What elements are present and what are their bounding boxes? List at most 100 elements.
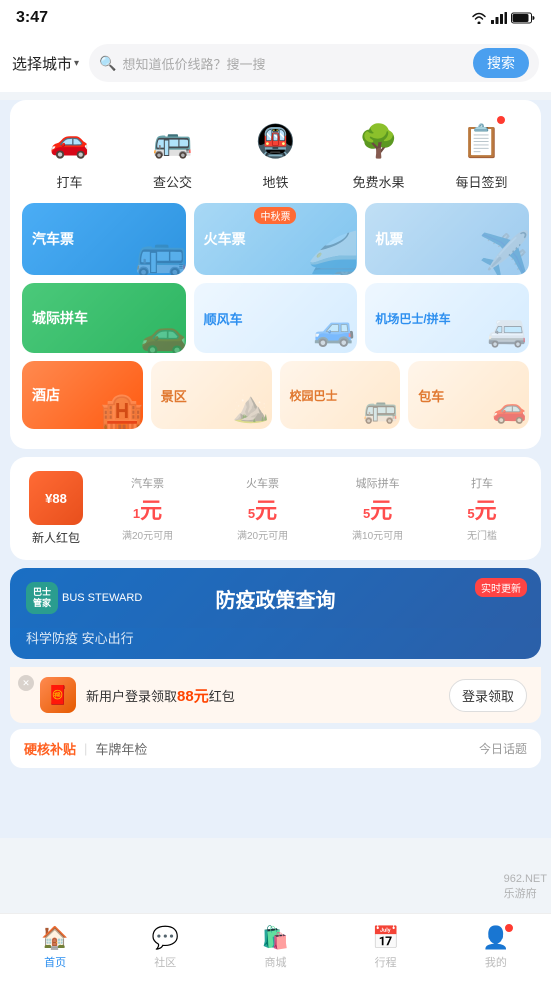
train-ticket-card[interactable]: 火车票 中秋票 🚄 [194, 203, 358, 275]
signal-icon [491, 12, 507, 24]
status-time: 3:47 [16, 9, 48, 27]
fruit-icon: 🌳 [354, 116, 404, 166]
coupon-left: ¥88 新人红包 [22, 471, 90, 546]
topics-bar: 硬核补贴 | 车牌年检 今日话题 [10, 729, 541, 768]
service-item-fruit[interactable]: 🌳 免费水果 [334, 116, 424, 191]
coupon-type-bus: 汽车票 [131, 475, 164, 491]
service-item-signin[interactable]: 📋 每日签到 [437, 116, 527, 191]
service-label-bus: 查公交 [153, 172, 192, 191]
plane-bg-icon: ✈️ [479, 230, 529, 275]
search-icon: 🔍 [99, 55, 116, 72]
coupon-type-carpool: 城际拼车 [356, 475, 400, 491]
coupon-bag: ¥88 [29, 471, 83, 525]
bus-ticket-card[interactable]: 汽车票 🚌 [22, 203, 186, 275]
train-ticket-label: 火车票 [204, 229, 246, 249]
services-card: 🚗 打车 🚌 查公交 🚇 地铁 🌳 免费水果 📋 每日签到 [10, 100, 541, 449]
campus-bus-card[interactable]: 校园巴士 🚌 [280, 361, 401, 429]
airport-bg-icon: 🚐 [487, 311, 527, 349]
zhongqiu-badge: 中秋票 [254, 207, 296, 224]
close-button[interactable]: ✕ [18, 675, 34, 691]
rideshare-card[interactable]: 顺风车 🚙 [194, 283, 358, 353]
trip-icon: 📅 [372, 925, 399, 951]
banner-section[interactable]: 巴士管家 BUS STEWARD 防疫政策查询 实时更新 科学防疫 安心出行 [10, 568, 541, 659]
bus-ticket-label: 汽车票 [32, 229, 74, 249]
search-button[interactable]: 搜索 [473, 48, 529, 78]
train-bg-icon: 🚄 [307, 230, 357, 275]
banner-logo: 巴士管家 BUS STEWARD [26, 582, 142, 614]
rideshare-label: 顺风车 [204, 309, 243, 328]
service-label-signin: 每日签到 [455, 172, 507, 191]
services-grid: 🚗 打车 🚌 查公交 🚇 地铁 🌳 免费水果 📋 每日签到 [18, 116, 533, 191]
mine-icon: 👤 [482, 925, 509, 951]
service-item-taxi[interactable]: 🚗 打车 [25, 116, 115, 191]
airport-card[interactable]: 机场巴士/拼车 🚐 [365, 283, 529, 353]
coupon-amount-bus: 1元 [133, 493, 162, 525]
nav-label-community: 社区 [154, 954, 176, 970]
bottom-nav: 🏠 首页 💬 社区 🛍️ 商城 📅 行程 👤 我的 [0, 913, 551, 981]
intercity-label: 城际拼车 [32, 308, 88, 328]
nav-item-community[interactable]: 💬 社区 [125, 925, 205, 970]
ticket-row-1: 汽车票 🚌 火车票 中秋票 🚄 机票 ✈️ [18, 203, 533, 275]
notification-prefix: 新用户登录领取 [86, 689, 177, 704]
notification-suffix: 红包 [209, 689, 235, 704]
airport-label: 机场巴士/拼车 [375, 310, 450, 327]
charter-card[interactable]: 包车 🚗 [408, 361, 529, 429]
coupon-amount-taxi: 5元 [467, 493, 496, 525]
wifi-icon [471, 12, 487, 24]
coupon-type-taxi: 打车 [471, 475, 493, 491]
charter-label: 包车 [418, 386, 444, 405]
coupon-item-carpool: 城际拼车 5元 满10元可用 [352, 475, 403, 542]
search-bar[interactable]: 🔍 想知道低价线路？搜一搜 搜索 [89, 44, 539, 82]
plane-ticket-label: 机票 [375, 229, 403, 249]
coupon-items: 汽车票 1元 满20元可用 火车票 5元 满20元可用 城际拼车 5元 满10元… [90, 475, 529, 542]
service-item-bus[interactable]: 🚌 查公交 [128, 116, 218, 191]
scenic-card[interactable]: 景区 ⛰️ [151, 361, 272, 429]
coupon-section: ¥88 新人红包 汽车票 1元 满20元可用 火车票 5元 满20元可用 城际拼… [10, 457, 541, 560]
coupon-condition-train: 满20元可用 [237, 527, 288, 542]
plane-ticket-card[interactable]: 机票 ✈️ [365, 203, 529, 275]
chevron-down-icon: ▾ [74, 58, 79, 69]
city-selector[interactable]: 选择城市 ▾ [12, 53, 79, 74]
service-label-taxi: 打车 [56, 172, 82, 191]
signin-icon: 📋 [457, 116, 507, 166]
main-content: 🚗 打车 🚌 查公交 🚇 地铁 🌳 免费水果 📋 每日签到 [0, 100, 551, 838]
status-icons [471, 12, 535, 24]
service-item-subway[interactable]: 🚇 地铁 [231, 116, 321, 191]
scenic-bg-icon: ⛰️ [232, 390, 269, 425]
hotel-card[interactable]: 酒店 🏨 [22, 361, 143, 429]
coupon-condition-carpool: 满10元可用 [352, 527, 403, 542]
topics-right-label: 车牌年检 [95, 739, 147, 758]
notification-icon: 🧧 [40, 677, 76, 713]
status-bar: 3:47 [0, 0, 551, 36]
community-icon: 💬 [152, 925, 179, 951]
coupon-condition-taxi: 无门槛 [467, 527, 497, 542]
nav-label-shop: 商城 [264, 954, 286, 970]
hotel-label: 酒店 [32, 385, 60, 405]
nav-item-mine[interactable]: 👤 我的 [456, 925, 536, 970]
banner-logo-icon: 巴士管家 [26, 582, 58, 614]
nav-item-home[interactable]: 🏠 首页 [15, 925, 95, 970]
nav-label-trip: 行程 [375, 954, 397, 970]
topics-label: 今日话题 [479, 740, 527, 757]
notification-bar: ✕ 🧧 新用户登录领取88元红包 登录领取 [10, 667, 541, 723]
notification-amount: 88元 [177, 688, 209, 705]
coupon-condition-bus: 满20元可用 [122, 527, 173, 542]
battery-icon [511, 12, 535, 24]
charter-bg-icon: 🚗 [492, 392, 527, 425]
intercity-card[interactable]: 城际拼车 🚗 [22, 283, 186, 353]
header: 选择城市 ▾ 🔍 想知道低价线路？搜一搜 搜索 [0, 36, 551, 92]
coupon-item-train: 火车票 5元 满20元可用 [237, 475, 288, 542]
subway-icon: 🚇 [251, 116, 301, 166]
login-button[interactable]: 登录领取 [449, 679, 527, 712]
hotel-row: 酒店 🏨 景区 ⛰️ 校园巴士 🚌 包车 🚗 [18, 361, 533, 429]
nav-item-trip[interactable]: 📅 行程 [346, 925, 426, 970]
coupon-amount-carpool: 5元 [363, 493, 392, 525]
campus-bus-label: 校园巴士 [290, 387, 338, 404]
banner-sub-text: 科学防疫 安心出行 [10, 628, 541, 659]
intercity-bg-icon: 🚗 [140, 313, 185, 353]
nav-item-shop[interactable]: 🛍️ 商城 [235, 925, 315, 970]
watermark: 962.NET乐游府 [504, 873, 547, 901]
bus-icon: 🚌 [148, 116, 198, 166]
campus-bus-bg-icon: 🚌 [363, 392, 398, 425]
topics-left-label: 硬核补贴 [24, 739, 76, 758]
